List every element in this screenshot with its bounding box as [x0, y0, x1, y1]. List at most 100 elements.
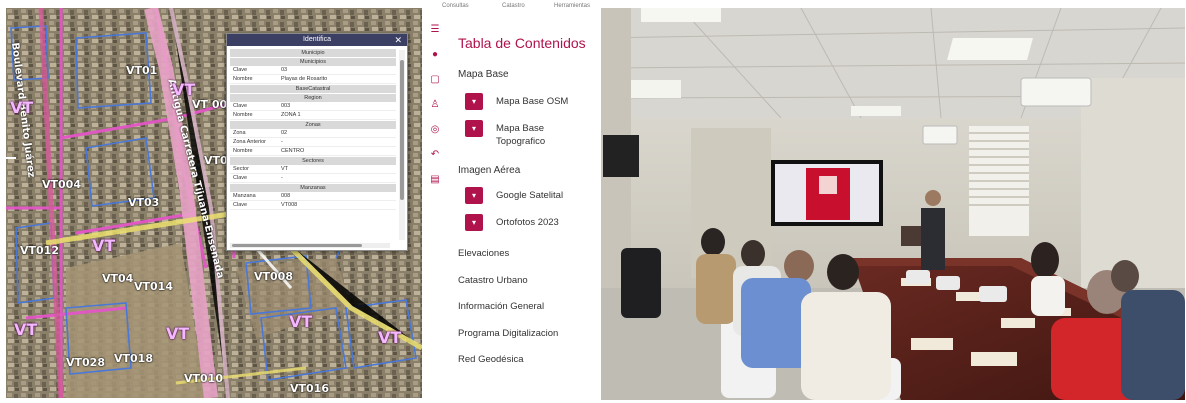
popup-section-header: Municipios [230, 58, 396, 66]
parcel-label: VT04 [102, 272, 134, 285]
popup-field-key: Nombre [233, 148, 253, 154]
parcel-label: VT014 [134, 280, 173, 293]
toc-link-informacion[interactable]: Información General [458, 301, 544, 312]
checkbox-checked-icon[interactable]: ▾ [465, 120, 483, 137]
checkbox-checked-icon[interactable]: ▾ [465, 187, 483, 204]
popup-row: Nombre ZONA 1 [230, 111, 396, 120]
popup-section-header: Region [230, 94, 396, 102]
person-icon[interactable]: ♙ [428, 97, 442, 111]
parcel-label: VT008 [254, 270, 293, 283]
scrollbar-thumb[interactable] [400, 60, 404, 200]
popup-row: Clave VT008 [230, 201, 396, 210]
popup-row: Nombre Playas de Rosarito [230, 75, 396, 84]
popup-field-value: 02 [281, 130, 288, 136]
zone-label: VT [289, 312, 313, 331]
meeting-room-image [601, 8, 1185, 400]
toc-item-label: Google Satelital [496, 190, 564, 201]
parcel-label: VT018 [114, 352, 153, 365]
popup-row: Clave 003 [230, 102, 396, 111]
popup-row: Clave 03 [230, 66, 396, 75]
popup-header: Identifica ✕ [227, 34, 407, 46]
popup-row: Nombre CENTRO [230, 147, 396, 156]
close-icon[interactable]: ✕ [394, 34, 402, 46]
layers-icon[interactable]: ☰ [428, 22, 442, 36]
popup-field-key: Zona Anterior [233, 139, 267, 145]
target-icon[interactable]: ◎ [428, 122, 442, 136]
parcel-label: VT012 [20, 244, 59, 257]
popup-content: Municipio Municipios Clave 03 Nombre Playas d… [230, 48, 396, 244]
popup-field-key: Sector [233, 166, 249, 172]
toc-item-topografico[interactable]: ▾ Mapa Base Topografico [465, 120, 566, 148]
popup-field-value: ZONA 1 [281, 112, 301, 118]
toc-item-label: Mapa Base Topografico [496, 123, 546, 147]
toc-item-label: Ortofotos 2023 [496, 217, 559, 228]
popup-scrollbar[interactable] [399, 50, 405, 240]
identify-popup[interactable]: Identifica ✕ Municipio Municipios Clave 03 N… [226, 33, 408, 251]
popup-section-header: BaseCatastral [230, 85, 396, 93]
toc-link-catastro[interactable]: Catastro Urbano [458, 275, 528, 286]
popup-row: Manzana 008 [230, 192, 396, 201]
parcel-label: VT016 [290, 382, 329, 395]
zone-label: VT [378, 328, 402, 347]
undo-icon[interactable]: ↶ [428, 147, 442, 161]
popup-section-header: Sectores [230, 157, 396, 165]
zone-label: VT [10, 98, 34, 117]
popup-field-value: VT008 [281, 202, 298, 208]
popup-field-key: Manzana [233, 193, 256, 199]
toc-title: Tabla de Contenidos [458, 35, 586, 51]
popup-row: Zona Anterior - [230, 138, 396, 147]
meeting-photo [601, 8, 1185, 400]
popup-section-header: Manzanas [230, 184, 396, 192]
scrollbar-thumb[interactable] [232, 244, 362, 247]
document-icon[interactable]: ▢ [428, 72, 442, 86]
parcel-label: VT03 [128, 196, 160, 209]
toc-link-red-geodesica[interactable]: Red Geodésica [458, 354, 523, 365]
toc-item-ortofotos[interactable]: ▾ Ortofotos 2023 [465, 214, 586, 231]
popup-section-header: Municipio [230, 49, 396, 57]
top-nav: Consultas Catastro Herramientas [440, 0, 600, 12]
zone-label: VT [92, 236, 116, 255]
popup-field-key: Clave [233, 202, 248, 208]
toc-item-osm[interactable]: ▾ Mapa Base OSM [465, 93, 586, 110]
popup-section-header: Zonas [230, 121, 396, 129]
parcel-label: VT 00 [192, 98, 228, 111]
popup-field-value: Playas de Rosarito [281, 76, 328, 82]
nav-item[interactable]: Herramientas [554, 3, 590, 9]
popup-horizontal-scrollbar[interactable] [230, 243, 390, 248]
toc-section-imagen-aerea[interactable]: Imagen Aérea [458, 165, 520, 176]
popup-title: Identifica [302, 36, 332, 43]
map-toolbar: ☰ ● ▢ ♙ ◎ ↶ ▤ [424, 22, 446, 185]
nav-item[interactable]: Catastro [502, 3, 525, 9]
parcel-label: VT028 [66, 356, 105, 369]
toc-link-elevaciones[interactable]: Elevaciones [458, 248, 509, 259]
toc-item-google[interactable]: ▾ Google Satelital [465, 187, 586, 204]
zone-label: VT [172, 80, 196, 99]
popup-field-key: Clave [233, 67, 248, 73]
toc-link-programa[interactable]: Programa Digitalizacion [458, 328, 558, 339]
parcel-label: VT010 [184, 372, 223, 385]
popup-field-value: - [281, 139, 283, 145]
popup-row: Sector VT [230, 165, 396, 174]
checkbox-checked-icon[interactable]: ▾ [465, 214, 483, 231]
toc-section-mapa-base[interactable]: Mapa Base [458, 69, 509, 80]
popup-field-value: - [281, 175, 283, 181]
globe-icon[interactable]: ● [428, 47, 442, 61]
popup-field-key: Nombre [233, 112, 253, 118]
zone-label: VT [166, 324, 190, 343]
popup-field-value: CENTRO [281, 148, 305, 154]
popup-field-key: Clave [233, 103, 248, 109]
nav-item[interactable]: Consultas [442, 3, 469, 9]
popup-row: Clave - [230, 174, 396, 183]
popup-row: Zona 02 [230, 129, 396, 138]
popup-field-value: 03 [281, 67, 288, 73]
print-icon[interactable]: ▤ [428, 172, 442, 186]
popup-field-key: Clave [233, 175, 248, 181]
zone-label: VT [14, 320, 38, 339]
popup-field-value: 008 [281, 193, 291, 199]
checkbox-checked-icon[interactable]: ▾ [465, 93, 483, 110]
popup-field-value: VT [281, 166, 289, 172]
popup-field-value: 003 [281, 103, 291, 109]
toc-item-label: Mapa Base OSM [496, 96, 569, 107]
popup-field-key: Zona [233, 130, 246, 136]
popup-field-key: Nombre [233, 76, 253, 82]
